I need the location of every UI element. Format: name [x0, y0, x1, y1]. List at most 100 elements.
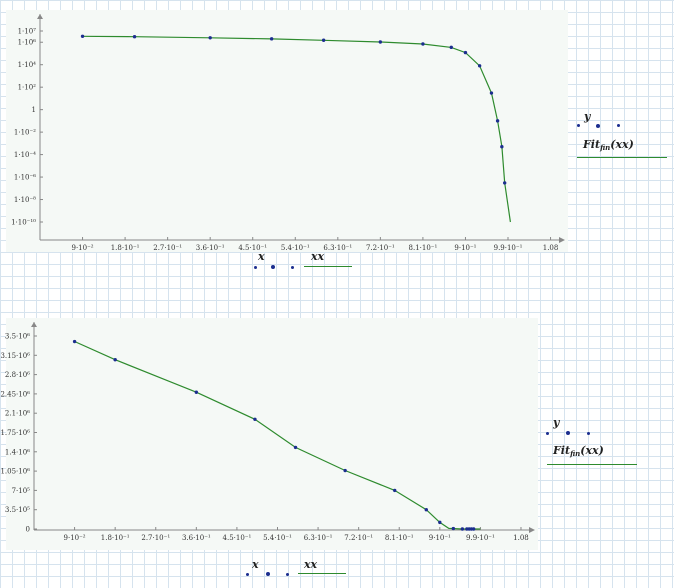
plot2-x-tick-label: 2.7·10⁻¹ — [141, 534, 170, 542]
plot1-x-tick-label: 8.1·10⁻¹ — [409, 244, 438, 252]
plot2-y-tick-label: 2.8·10⁶ — [5, 371, 30, 379]
plot1-xlabel-fit: xx — [311, 250, 325, 263]
plot1-legend-marker — [617, 124, 620, 127]
plot1-y-tick-label: 1·10⁴ — [18, 61, 37, 69]
plot1-legend-y: y — [584, 110, 591, 123]
plot2-y-tick-label: 2.45·10⁶ — [0, 390, 30, 398]
plot1-xlabel-marker — [254, 266, 257, 269]
plot2-x-tick-label: 1.08 — [513, 534, 529, 542]
plot2-xlabel-points: x — [252, 558, 259, 571]
plot2-y-tick-label: 3.15·10⁶ — [0, 352, 30, 360]
plot1-y-tick-label: 1 — [32, 106, 36, 114]
plot1-x-tick-label: 5.4·10⁻¹ — [281, 244, 310, 252]
plot2-y-tick-label: 1.75·10⁶ — [0, 429, 30, 437]
plot1-y-tick-label: 1·10⁶ — [18, 39, 37, 47]
plot1-data-point — [80, 34, 85, 38]
plot1-x-tick-label: 7.2·10⁻¹ — [366, 244, 395, 252]
plot1-legend-marker — [577, 124, 580, 127]
plot2-y-tick-label: 1.4·10⁶ — [5, 448, 30, 456]
plot1-y-tick-label: 1·10⁻⁸ — [14, 196, 36, 204]
plot1-legend-fit: Fitfin(xx) — [583, 138, 634, 152]
plot2-xlabel-line — [298, 573, 346, 574]
plot1-data-point — [269, 37, 274, 41]
plot2-xlabel-marker — [286, 573, 289, 576]
plot1-x-tick-label: 2.7·10⁻¹ — [153, 244, 182, 252]
plot1-data-point — [378, 40, 383, 44]
plot2-data-point — [194, 390, 199, 394]
plot2-y-arrow — [31, 322, 37, 327]
plot1-y-tick-label: 1·10² — [18, 84, 37, 92]
plot1-x-arrow — [559, 237, 565, 243]
plot2-legend-line — [547, 464, 637, 465]
plot2-x-tick-label: 7.2·10⁻¹ — [344, 534, 373, 542]
plot2-data-point — [471, 527, 476, 531]
plot2-y-tick-label: 7·10⁵ — [12, 487, 31, 495]
plot1-x-tick-label: 1.08 — [543, 244, 559, 252]
plot2-legend-marker — [566, 431, 570, 435]
plot2-data-point — [253, 417, 257, 421]
plot2-group: 9·10⁻² 1.8·10⁻¹ 2.7·10⁻¹ 3.6·10⁻¹ 4.5·10⁻¹ 5.… — [0, 322, 535, 542]
plot1-x-tick-label: 9.9·10⁻¹ — [494, 244, 523, 252]
plot1-x-tick-label: 3.6·10⁻¹ — [196, 244, 225, 252]
plot2-y-tick-label: 2.1·10⁶ — [5, 410, 30, 418]
plot1-data-point — [500, 145, 504, 149]
plot2-fit-line — [74, 340, 481, 530]
plot1-y-tick-label: 1·10⁻¹⁰ — [11, 219, 36, 227]
plot2-xlabel-fit: xx — [304, 558, 318, 571]
plot2-xlabel-marker — [246, 573, 249, 576]
plot1-data-point — [502, 181, 507, 185]
plot2-legend-marker — [546, 432, 549, 435]
plot2-data-point — [460, 527, 465, 531]
plot1-xlabel-marker — [291, 266, 294, 269]
plot1-xlabel-points: x — [258, 250, 265, 263]
plot1-data-point — [321, 38, 326, 42]
plot2-legend-marker — [587, 432, 590, 435]
plot2-x-tick-label: 8.1·10⁻¹ — [385, 534, 414, 542]
plot1-data-point — [477, 64, 482, 68]
chart-canvas: 9·10⁻² 1.8·10⁻¹ 2.7·10⁻¹ 3.6·10⁻¹ 4.5·10⁻¹ 5.… — [0, 14, 565, 542]
plot1-data-point — [495, 119, 500, 123]
plot1-y-tick-label: 1·10⁻⁶ — [14, 174, 36, 182]
plot2-xlabel-marker — [266, 572, 270, 576]
plot2-x-tick-label: 9.9·10⁻¹ — [466, 534, 495, 542]
plot2-data-point — [72, 339, 77, 344]
plot1-legend-line — [577, 157, 667, 158]
plot1-data-point — [449, 45, 453, 50]
plot1-y-arrow — [37, 14, 43, 19]
plot2-y-tick-label: 3.5·10⁵ — [5, 506, 30, 514]
plot1-xlabel-marker — [271, 265, 275, 269]
plot2-x-tick-label: 9·10⁻² — [64, 534, 86, 542]
plot2-data-point — [438, 520, 442, 525]
plot1-group: 9·10⁻² 1.8·10⁻¹ 2.7·10⁻¹ 3.6·10⁻¹ 4.5·10⁻¹ 5.… — [11, 14, 565, 252]
plot2-x-tick-label: 1.8·10⁻¹ — [101, 534, 130, 542]
plot1-y-tick-label: 1·10⁷ — [18, 28, 37, 36]
plot2-y-tick-label: 0 — [26, 526, 30, 534]
plot1-data-point — [421, 42, 425, 46]
plot2-data-point — [451, 526, 456, 531]
plot2-x-tick-label: 6.3·10⁻¹ — [304, 534, 333, 542]
plot1-xlabel-line — [304, 266, 352, 267]
plot1-x-tick-label: 9·10⁻¹ — [454, 244, 476, 252]
plot2-x-tick-label: 5.4·10⁻¹ — [263, 534, 292, 542]
plot1-x-tick-label: 6.3·10⁻¹ — [323, 244, 352, 252]
plot1-x-tick-label: 9·10⁻² — [71, 244, 93, 252]
plot1-data-point — [132, 35, 137, 39]
plot2-data-point — [424, 508, 428, 512]
plot2-y-tick-label: 1.05·10⁶ — [0, 468, 30, 476]
plot2-x-arrow — [529, 527, 535, 533]
plot2-data-point — [293, 445, 298, 450]
plot1-fit-line — [82, 35, 511, 223]
plot2-x-tick-label: 9·10⁻¹ — [429, 534, 451, 542]
plot1-y-tick-label: 1·10⁻² — [14, 129, 36, 137]
plot1-legend-marker — [596, 124, 600, 128]
plot2-data-point — [393, 488, 397, 493]
plot2-data-point — [113, 358, 117, 362]
plot2-legend-y: y — [553, 416, 560, 429]
plot2-x-tick-label: 4.5·10⁻¹ — [223, 534, 252, 542]
plot2-y-tick-label: 3.5·10⁶ — [5, 333, 30, 341]
plot1-x-tick-label: 1.8·10⁻¹ — [111, 244, 140, 252]
plot1-data-point — [463, 50, 468, 55]
plot1-y-tick-label: 1·10⁻⁴ — [14, 151, 36, 159]
plot2-x-tick-label: 3.6·10⁻¹ — [182, 534, 211, 542]
plot2-data-point — [343, 468, 347, 473]
